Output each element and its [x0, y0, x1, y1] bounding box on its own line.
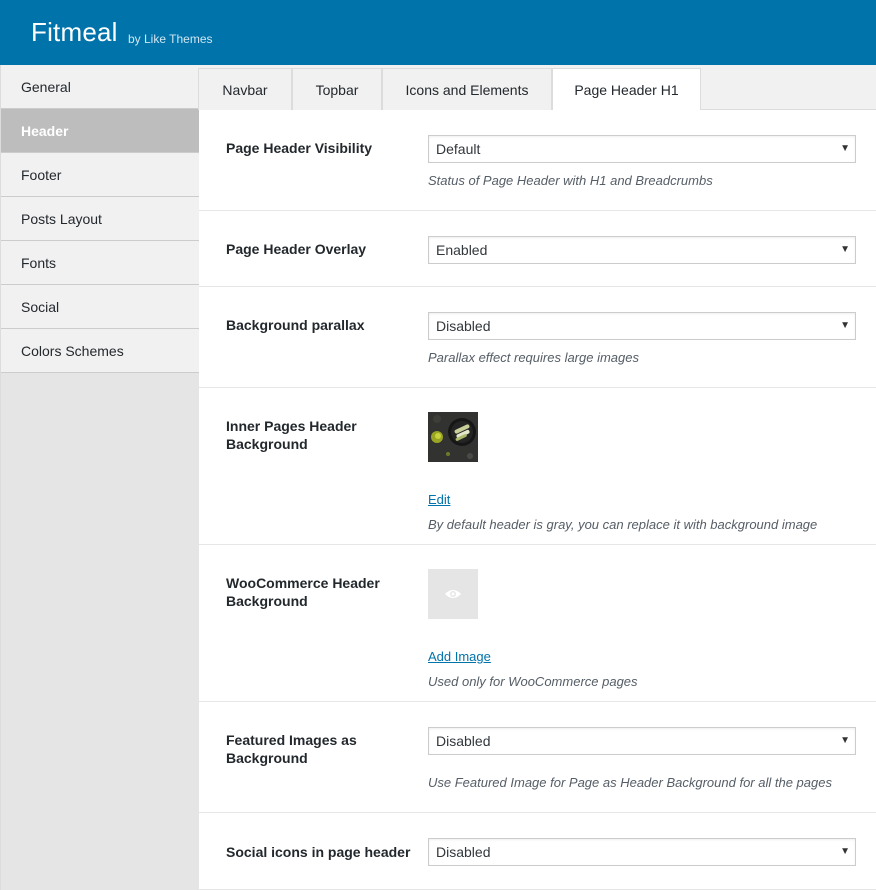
setting-label: Inner Pages Header Background [226, 418, 357, 452]
sidebar-item-label: Colors Schemes [21, 343, 124, 359]
settings-panel: Page Header Visibility Default ▼ Status … [199, 110, 876, 890]
featured-select[interactable]: Disabled ▼ [428, 727, 856, 755]
triangle-down-icon: ▼ [840, 143, 850, 154]
parallax-select[interactable]: Disabled ▼ [428, 312, 856, 340]
triangle-down-icon: ▼ [840, 320, 850, 331]
setting-row-visibility: Page Header Visibility Default ▼ Status … [199, 110, 876, 211]
setting-label: Page Header Overlay [226, 241, 367, 257]
setting-row-parallax: Background parallax Disabled ▼ Parallax … [199, 287, 876, 388]
setting-row-featured: Featured Images as Background Disabled ▼… [199, 702, 876, 813]
tab-page-header-h1[interactable]: Page Header H1 [552, 68, 701, 111]
sidebar-item-social[interactable]: Social [1, 285, 200, 329]
select-value: Disabled [436, 733, 491, 749]
select-value: Disabled [436, 844, 491, 860]
sidebar-item-label: Header [21, 123, 69, 139]
header-background-thumbnail[interactable] [428, 412, 478, 462]
top-bar: Fitmeal by Like Themes [0, 0, 876, 65]
sidebar-item-label: Fonts [21, 255, 57, 271]
setting-description: Status of Page Header with H1 and Breadc… [428, 173, 713, 188]
sidebar-item-label: General [21, 79, 71, 95]
tab-icons-and-elements[interactable]: Icons and Elements [382, 68, 552, 110]
setting-description: Use Featured Image for Page as Header Ba… [428, 775, 832, 790]
app-subtitle: by Like Themes [128, 32, 213, 46]
setting-label: Page Header Visibility [226, 140, 373, 156]
sidebar-item-label: Social [21, 299, 60, 315]
edit-image-link[interactable]: Edit [428, 492, 450, 507]
setting-row-inner-bg: Inner Pages Header Background Edit By de… [199, 388, 876, 545]
image-placeholder[interactable] [428, 569, 478, 619]
sidebar-item-colors-schemes[interactable]: Colors Schemes [1, 329, 200, 373]
sidebar: General Header Footer Posts Layout Fonts… [0, 65, 200, 890]
setting-description: Used only for WooCommerce pages [428, 674, 638, 689]
setting-row-overlay: Page Header Overlay Enabled ▼ [199, 211, 876, 287]
select-value: Enabled [436, 242, 488, 258]
social-icons-select[interactable]: Disabled ▼ [428, 838, 856, 866]
app-title: Fitmeal [31, 17, 118, 47]
setting-description: Parallax effect requires large images [428, 350, 639, 365]
sidebar-item-fonts[interactable]: Fonts [1, 241, 200, 285]
select-value: Default [436, 141, 481, 157]
setting-description: By default header is gray, you can repla… [428, 517, 818, 532]
sidebar-item-label: Footer [21, 167, 62, 183]
overlay-select[interactable]: Enabled ▼ [428, 236, 856, 264]
tab-topbar[interactable]: Topbar [292, 68, 382, 110]
sidebar-item-footer[interactable]: Footer [1, 153, 200, 197]
visibility-select[interactable]: Default ▼ [428, 135, 856, 163]
sidebar-item-header[interactable]: Header [1, 109, 200, 153]
triangle-down-icon: ▼ [840, 735, 850, 746]
eye-icon [445, 590, 461, 598]
select-value: Disabled [436, 318, 491, 334]
tab-bar: Navbar Topbar Icons and Elements Page He… [198, 65, 876, 111]
food-image-icon [428, 412, 478, 462]
triangle-down-icon: ▼ [840, 846, 850, 857]
sidebar-item-label: Posts Layout [21, 211, 102, 227]
add-image-link[interactable]: Add Image [428, 649, 491, 664]
sidebar-item-posts-layout[interactable]: Posts Layout [1, 197, 200, 241]
setting-label: Social icons in page header [226, 844, 411, 860]
setting-label: WooCommerce Header Background [226, 575, 380, 609]
setting-label: Background parallax [226, 317, 365, 333]
tab-navbar[interactable]: Navbar [198, 68, 292, 110]
setting-label: Featured Images as Background [226, 732, 357, 766]
triangle-down-icon: ▼ [840, 244, 850, 255]
setting-row-social: Social icons in page header Disabled ▼ [199, 813, 876, 890]
setting-row-woo-bg: WooCommerce Header Background Add Image … [199, 545, 876, 702]
sidebar-item-general[interactable]: General [1, 65, 200, 109]
